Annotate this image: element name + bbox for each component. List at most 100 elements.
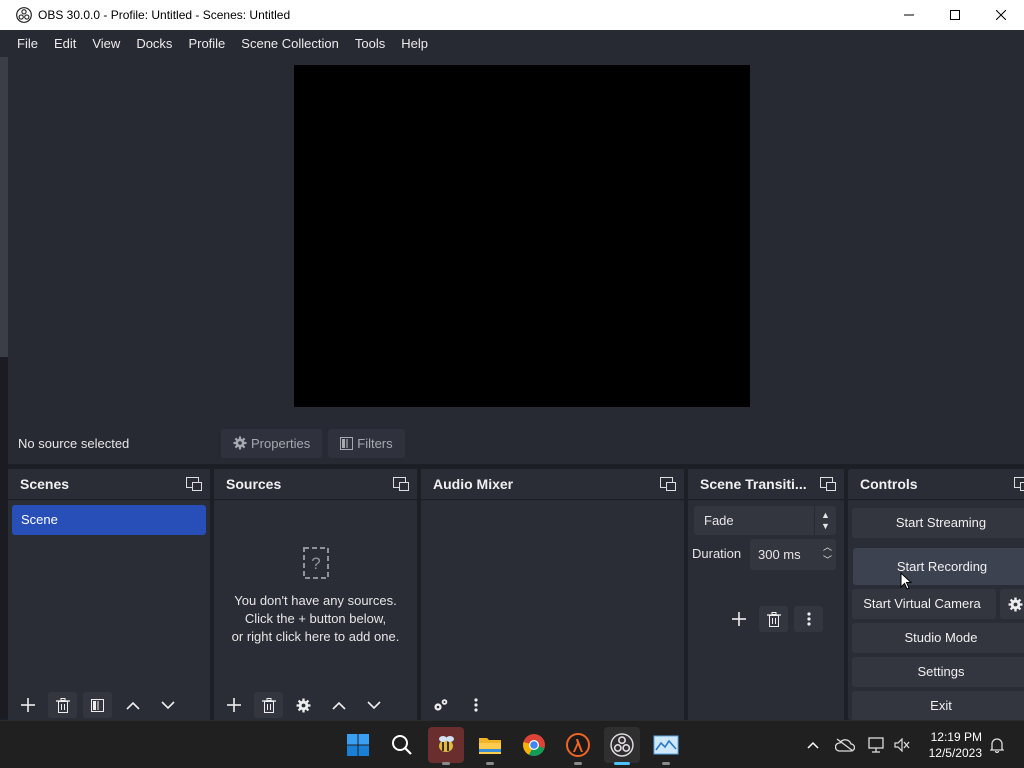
audio-mixer-title: Audio Mixer <box>433 476 514 492</box>
bell-icon <box>990 738 1004 753</box>
duration-value: 300 ms <box>758 547 801 562</box>
running-indicator <box>662 762 670 765</box>
move-scene-up-button[interactable] <box>118 692 147 718</box>
undock-icon[interactable] <box>1014 477 1024 491</box>
remove-transition-button[interactable] <box>759 606 788 632</box>
undock-icon[interactable] <box>820 477 836 491</box>
bee-app-icon <box>439 736 454 752</box>
undock-icon[interactable] <box>393 477 409 491</box>
sources-empty-line3: or right click here to add one. <box>231 629 400 644</box>
start-virtual-camera-button[interactable]: Start Virtual Camera <box>852 589 996 619</box>
add-source-button[interactable] <box>219 692 248 718</box>
chevron-up-icon <box>331 701 346 710</box>
undock-icon[interactable] <box>186 477 202 491</box>
menu-docks[interactable]: Docks <box>128 30 180 57</box>
taskbar-chrome[interactable] <box>516 727 552 763</box>
taskbar: 12:19 PM 12/5/2023 <box>0 720 1024 768</box>
transition-selected: Fade <box>704 513 734 528</box>
sources-empty-line1: You don't have any sources. <box>234 593 397 608</box>
menu-scene-collection[interactable]: Scene Collection <box>233 30 347 57</box>
close-button[interactable] <box>978 0 1024 30</box>
start-recording-button[interactable]: Start Recording <box>853 548 1024 585</box>
volume-muted-icon <box>894 738 910 752</box>
start-streaming-button[interactable]: Start Streaming <box>852 508 1024 538</box>
taskbar-search-button[interactable] <box>384 727 420 763</box>
network-status[interactable] <box>866 721 888 768</box>
transition-menu-button[interactable] <box>794 606 823 632</box>
menu-help[interactable]: Help <box>393 30 436 57</box>
taskbar-app-bee[interactable] <box>428 727 464 765</box>
menu-bar: File Edit View Docks Profile Scene Colle… <box>0 30 1024 57</box>
move-scene-down-button[interactable] <box>153 692 182 718</box>
audio-mixer-menu-button[interactable] <box>461 692 490 718</box>
spin-arrows-icon: ▲ ▼ <box>814 506 836 535</box>
preview-canvas[interactable] <box>294 65 750 407</box>
menu-tools[interactable]: Tools <box>347 30 393 57</box>
minimize-button[interactable] <box>886 0 932 30</box>
plus-icon <box>226 698 241 712</box>
chevron-down-icon <box>160 700 175 709</box>
scene-list-item[interactable]: Scene <box>12 505 206 535</box>
advanced-audio-button[interactable] <box>426 692 455 718</box>
filter-icon <box>91 698 104 712</box>
onedrive-status[interactable] <box>834 721 856 768</box>
move-source-down-button[interactable] <box>359 692 388 718</box>
move-source-up-button[interactable] <box>324 692 353 718</box>
half-life-icon <box>566 733 590 757</box>
remove-source-button[interactable] <box>254 692 283 718</box>
exit-button[interactable]: Exit <box>852 691 1024 720</box>
gear-icon <box>233 436 247 450</box>
gear-icon <box>296 698 311 712</box>
chevron-up-icon <box>125 701 140 710</box>
audio-mixer-dock: Audio Mixer <box>421 469 684 720</box>
sources-empty-line2: Click the + button below, <box>244 611 387 626</box>
taskbar-obs[interactable] <box>604 727 640 765</box>
network-icon <box>868 737 884 753</box>
undock-icon[interactable] <box>660 477 676 491</box>
taskbar-half-life[interactable] <box>560 727 596 765</box>
scenes-title: Scenes <box>20 476 70 492</box>
studio-mode-button[interactable]: Studio Mode <box>852 623 1024 653</box>
taskbar-clock[interactable]: 12:19 PM 12/5/2023 <box>929 729 982 761</box>
transition-select[interactable]: Fade ▲ ▼ <box>694 506 836 535</box>
add-scene-button[interactable] <box>13 692 42 718</box>
menu-edit[interactable]: Edit <box>46 30 84 57</box>
filters-button[interactable]: Filters <box>328 428 405 458</box>
spin-arrows-icon[interactable]: ︿ ﹀ <box>823 541 832 567</box>
mouse-cursor-icon <box>900 572 912 590</box>
menu-profile[interactable]: Profile <box>180 30 233 57</box>
remove-scene-button[interactable] <box>48 692 77 718</box>
clock-time: 12:19 PM <box>930 730 982 744</box>
title-bar: OBS 30.0.0 - Profile: Untitled - Scenes:… <box>0 0 1024 30</box>
settings-button[interactable]: Settings <box>852 657 1024 687</box>
notifications-button[interactable] <box>986 721 1008 768</box>
source-toolbar: No source selected Properties Filters <box>8 422 1024 464</box>
sources-title: Sources <box>226 476 282 492</box>
maximize-icon <box>950 10 960 20</box>
chrome-icon <box>523 734 545 756</box>
trash-icon <box>766 611 781 627</box>
taskbar-file-explorer[interactable] <box>472 727 508 765</box>
running-indicator <box>574 762 582 765</box>
taskbar-photos[interactable] <box>648 727 684 765</box>
maximize-button[interactable] <box>932 0 978 30</box>
duration-spinbox[interactable]: 300 ms ︿ ﹀ <box>750 539 836 570</box>
properties-button[interactable]: Properties <box>221 428 323 458</box>
show-hidden-icons-button[interactable] <box>802 721 824 768</box>
photos-icon <box>653 735 679 755</box>
sources-list[interactable]: ? You don't have any sources. Click the … <box>214 501 417 720</box>
menu-file[interactable]: File <box>9 30 46 57</box>
menu-view[interactable]: View <box>84 30 128 57</box>
volume-status[interactable] <box>892 721 912 768</box>
close-icon <box>996 10 1006 20</box>
plus-icon <box>731 612 746 626</box>
active-indicator <box>614 762 630 765</box>
start-button[interactable] <box>340 727 376 763</box>
running-indicator <box>442 762 450 765</box>
virtual-camera-settings-button[interactable] <box>1000 589 1024 619</box>
scene-filters-button[interactable] <box>83 692 112 718</box>
search-icon <box>392 735 412 755</box>
add-transition-button[interactable] <box>724 606 753 632</box>
gear-icon <box>1008 597 1022 611</box>
source-properties-button[interactable] <box>289 692 318 718</box>
